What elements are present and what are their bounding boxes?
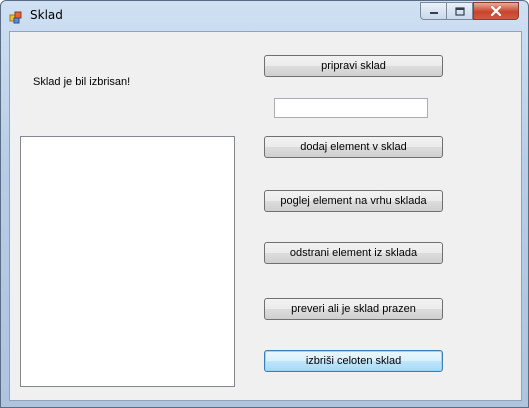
stack-listbox[interactable] (20, 136, 235, 387)
status-label: Sklad je bil izbrisan! (33, 76, 131, 88)
peek-top-button[interactable]: poglej element na vrhu sklada (264, 190, 443, 212)
window-title: Sklad (30, 8, 63, 22)
element-input[interactable] (274, 98, 428, 118)
clear-stack-button[interactable]: izbriši celoten sklad (264, 350, 443, 372)
app-icon (9, 9, 23, 24)
minimize-button[interactable] (420, 2, 447, 20)
minimize-icon (429, 12, 438, 14)
close-button[interactable] (473, 2, 519, 20)
close-icon (490, 6, 502, 16)
add-element-button[interactable]: dodaj element v sklad (264, 136, 443, 158)
check-empty-button[interactable]: preveri ali je sklad prazen (264, 298, 443, 320)
title-bar[interactable]: Sklad (1, 1, 528, 31)
remove-element-button[interactable]: odstrani element iz sklada (264, 242, 443, 264)
prepare-stack-button[interactable]: pripravi sklad (264, 55, 443, 77)
maximize-button[interactable] (447, 2, 473, 20)
maximize-icon (454, 6, 465, 16)
